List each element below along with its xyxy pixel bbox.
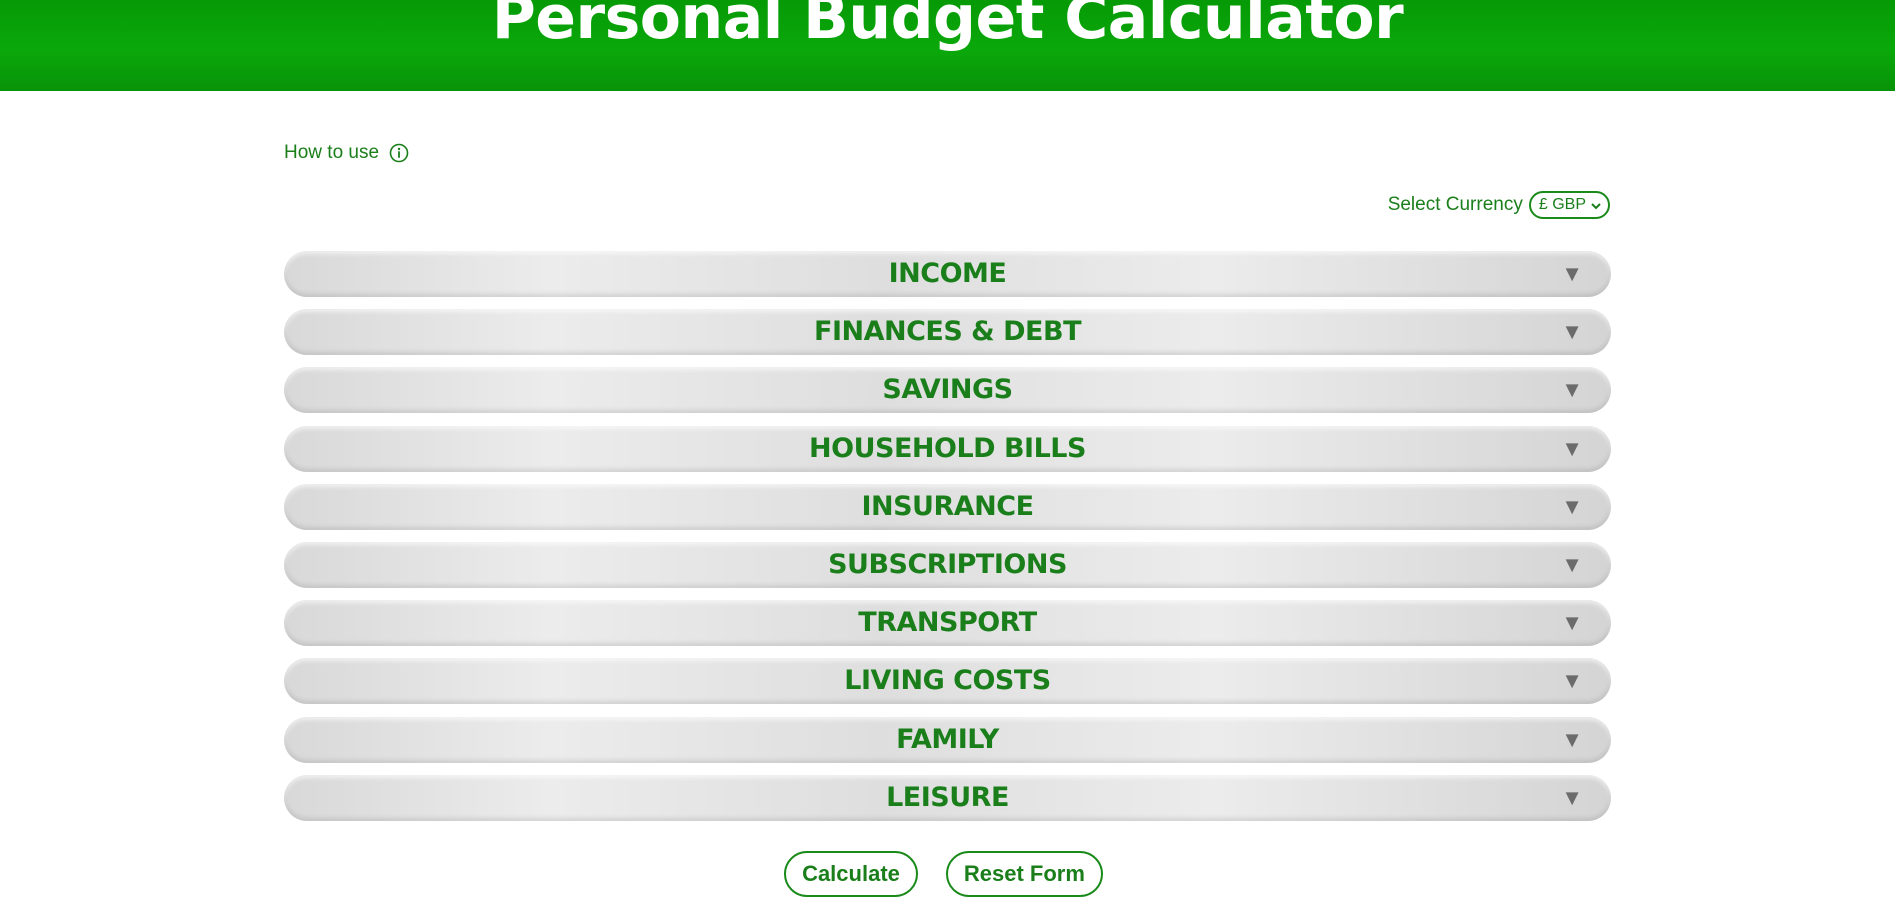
form-actions: Calculate Reset Form: [0, 851, 1895, 897]
section-family[interactable]: FAMILY ▼: [284, 716, 1611, 763]
currency-value: £ GBP: [1538, 196, 1586, 213]
expand-arrow-icon: ▼: [1561, 610, 1583, 636]
page-title: Personal Budget Calculator: [491, 0, 1404, 53]
chevron-down-icon: [1590, 199, 1602, 211]
section-income[interactable]: INCOME ▼: [284, 251, 1611, 297]
section-living-costs[interactable]: LIVING COSTS ▼: [284, 658, 1611, 705]
section-savings[interactable]: SAVINGS ▼: [284, 367, 1611, 414]
info-icon[interactable]: [389, 143, 409, 163]
reset-form-button[interactable]: Reset Form: [945, 851, 1103, 897]
section-subscriptions[interactable]: SUBSCRIPTIONS ▼: [284, 541, 1611, 588]
budget-sections: INCOME ▼ FINANCES & DEBT ▼ SAVINGS ▼ HOU…: [284, 251, 1611, 833]
currency-selector: Select Currency £ GBP: [1388, 190, 1610, 220]
section-household-bills[interactable]: HOUSEHOLD BILLS ▼: [284, 425, 1611, 472]
section-insurance[interactable]: INSURANCE ▼: [284, 483, 1611, 530]
section-finances-debt[interactable]: FINANCES & DEBT ▼: [284, 309, 1611, 356]
expand-arrow-icon: ▼: [1561, 261, 1583, 286]
section-label: HOUSEHOLD BILLS: [809, 432, 1086, 464]
section-label: LEISURE: [886, 781, 1009, 813]
section-label: INSURANCE: [861, 490, 1034, 522]
page-header: Personal Budget Calculator: [0, 0, 1895, 91]
expand-arrow-icon: ▼: [1561, 493, 1583, 519]
section-label: LIVING COSTS: [844, 665, 1051, 697]
expand-arrow-icon: ▼: [1561, 435, 1583, 461]
how-to-use-link[interactable]: How to use: [284, 141, 409, 165]
section-label: SUBSCRIPTIONS: [828, 548, 1067, 580]
section-transport[interactable]: TRANSPORT ▼: [284, 600, 1611, 647]
how-to-use-label: How to use: [284, 142, 380, 163]
expand-arrow-icon: ▼: [1561, 319, 1583, 345]
expand-arrow-icon: ▼: [1561, 377, 1583, 403]
expand-arrow-icon: ▼: [1561, 726, 1583, 752]
section-leisure[interactable]: LEISURE ▼: [284, 774, 1611, 821]
expand-arrow-icon: ▼: [1561, 668, 1583, 694]
section-label: SAVINGS: [882, 374, 1013, 406]
currency-select[interactable]: £ GBP: [1528, 191, 1610, 219]
section-label: INCOME: [888, 258, 1007, 289]
section-label: FINANCES & DEBT: [814, 316, 1081, 348]
section-label: FAMILY: [896, 723, 999, 755]
section-label: TRANSPORT: [858, 607, 1037, 639]
expand-arrow-icon: ▼: [1561, 551, 1583, 577]
expand-arrow-icon: ▼: [1561, 784, 1583, 810]
currency-label: Select Currency: [1387, 194, 1523, 215]
calculate-button[interactable]: Calculate: [784, 851, 918, 897]
